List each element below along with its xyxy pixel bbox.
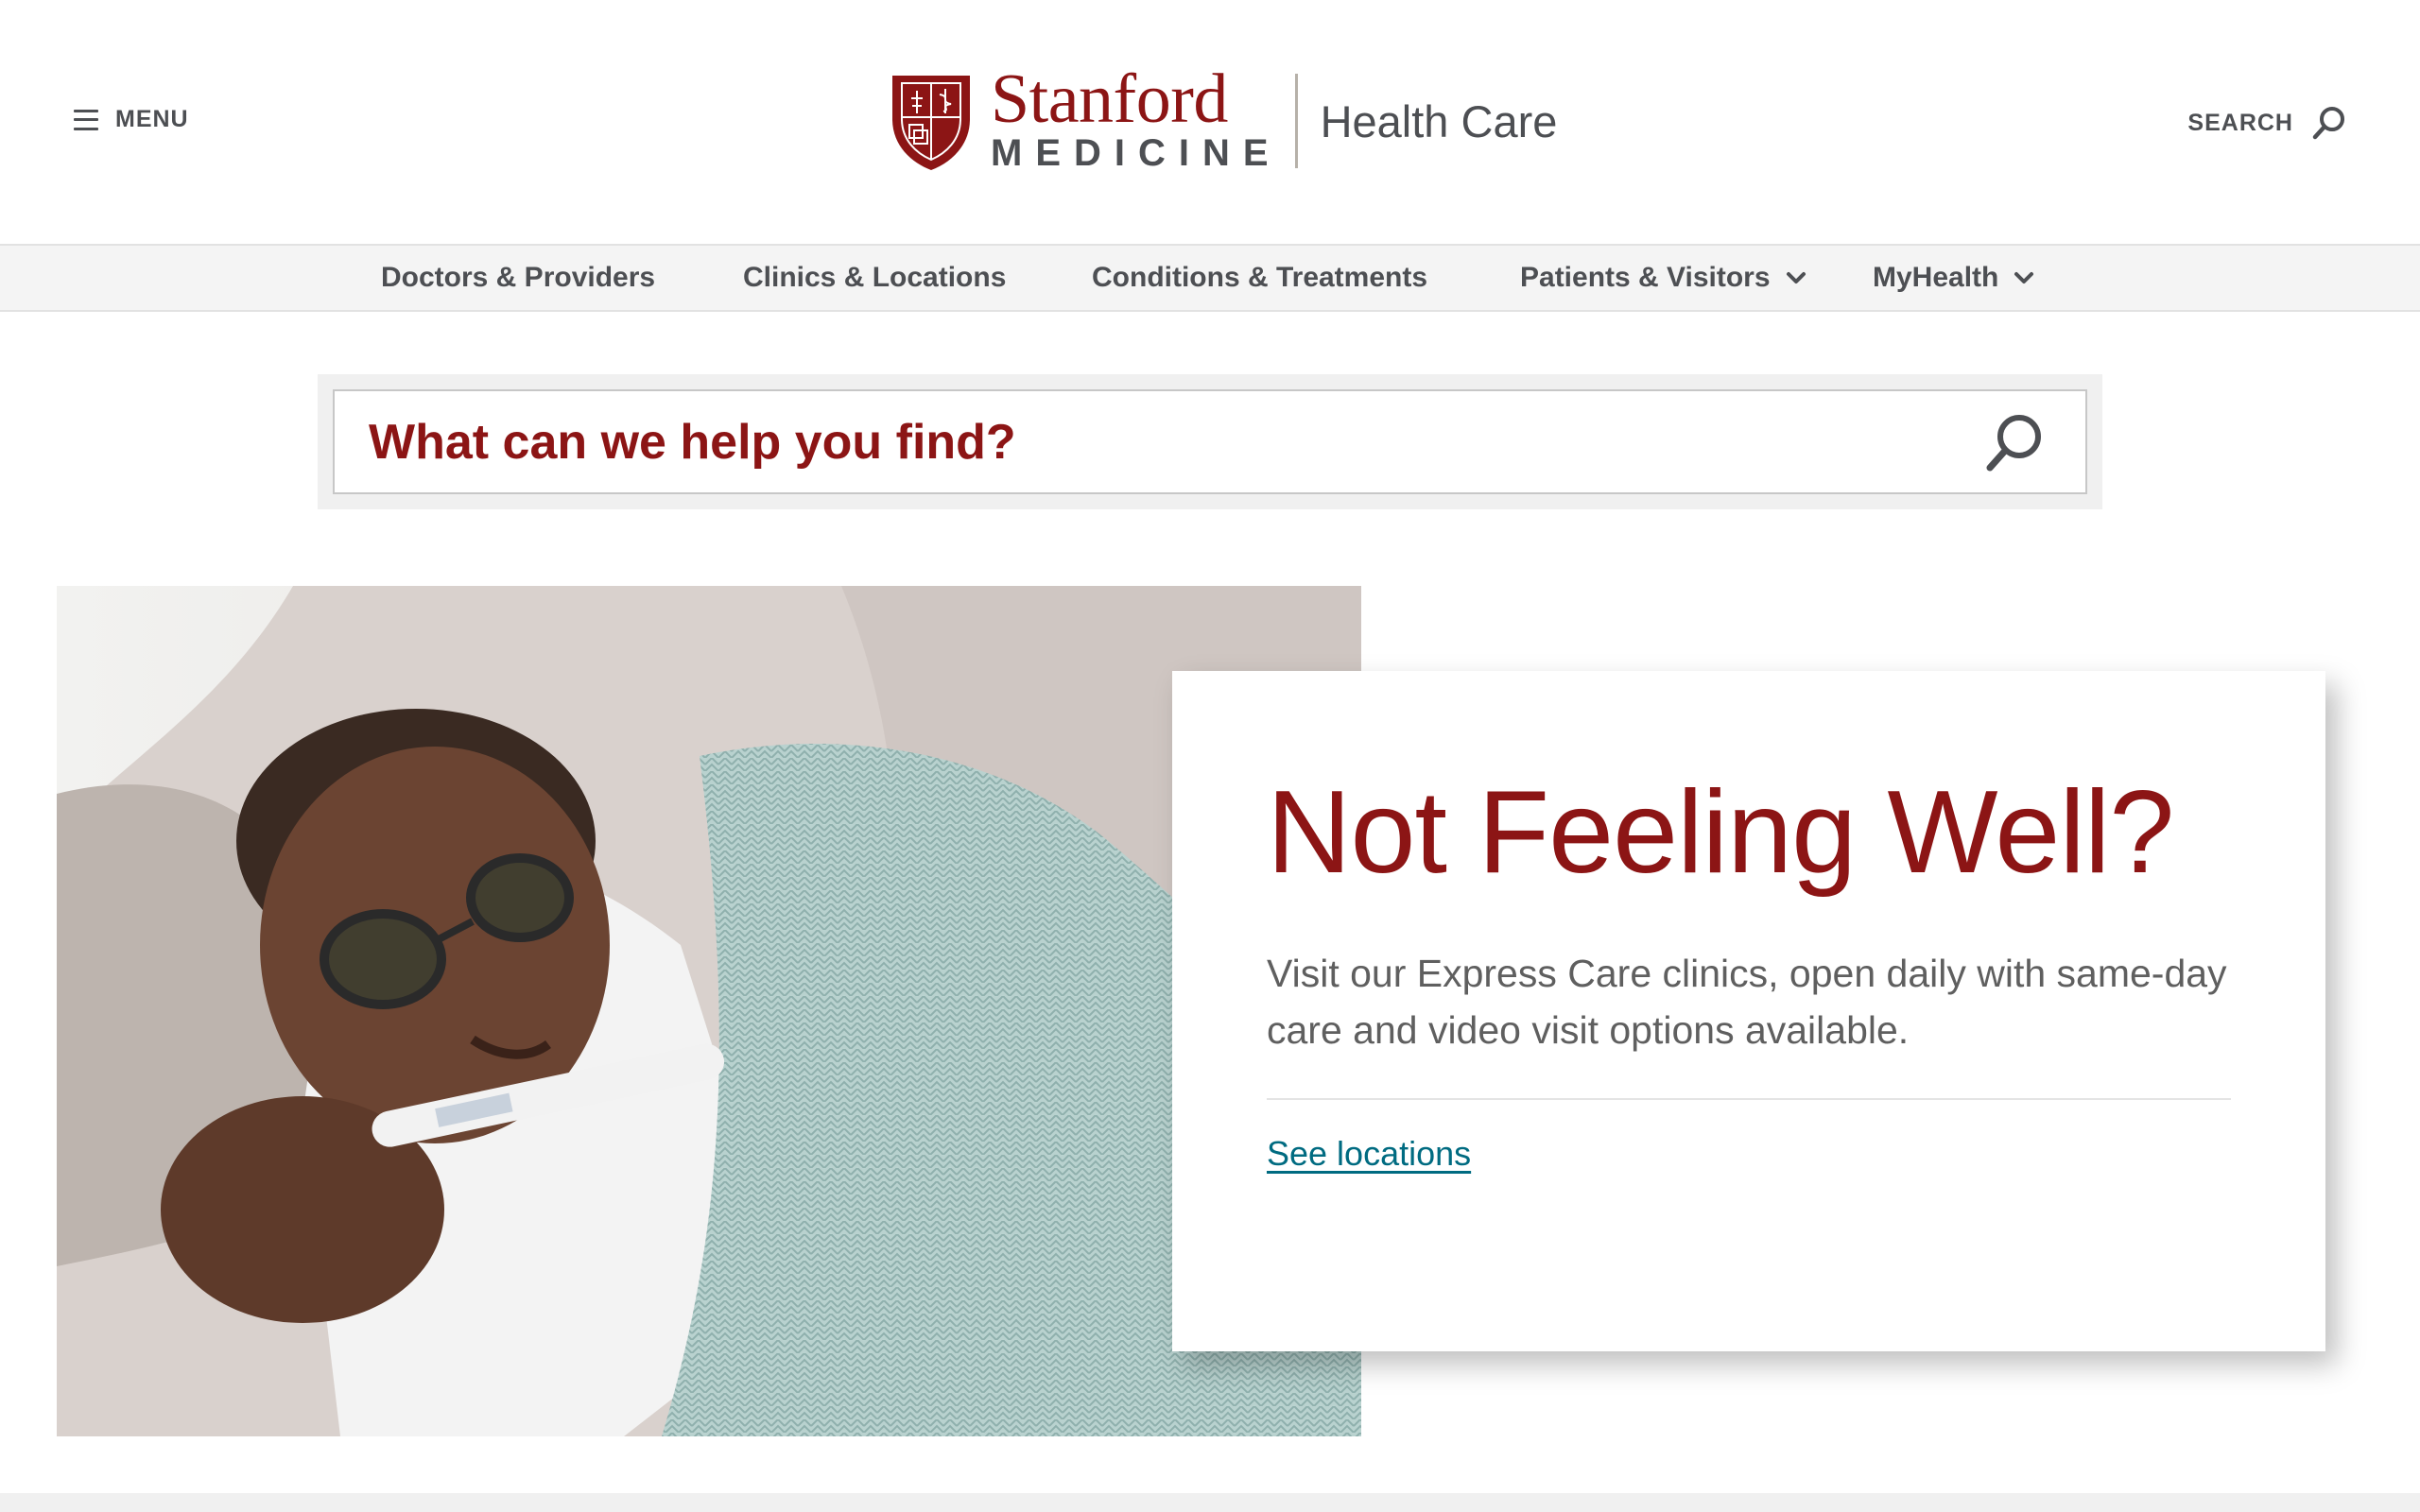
menu-button[interactable]: MENU bbox=[74, 106, 189, 133]
nav-item-label: MyHealth bbox=[1873, 262, 1999, 293]
nav-item-label: Conditions & Treatments bbox=[1092, 262, 1428, 293]
nav-item-clinics-locations[interactable]: Clinics & Locations bbox=[743, 246, 1006, 310]
chevron-down-icon bbox=[2014, 272, 2034, 284]
sick-man-thermometer-image bbox=[57, 586, 1361, 1436]
hero-description: Visit our Express Care clinics, open dai… bbox=[1267, 952, 2227, 1052]
nav-item-label: Patients & Visitors bbox=[1520, 262, 1771, 293]
brand-subtitle: Health Care bbox=[1320, 95, 1558, 146]
shield-icon bbox=[892, 76, 970, 170]
nav-item-label: Doctors & Providers bbox=[381, 262, 656, 293]
nav-item-conditions-treatments[interactable]: Conditions & Treatments bbox=[1092, 246, 1427, 310]
card-divider bbox=[1267, 1098, 2231, 1100]
search-label: SEARCH bbox=[2187, 109, 2293, 136]
wordmark: Stanford MEDICINE bbox=[991, 60, 1282, 174]
hamburger-icon bbox=[74, 109, 98, 130]
site-header: MENU Stanford MEDICINE Health Care SEARC… bbox=[0, 0, 2420, 244]
header-search-button[interactable]: SEARCH bbox=[2187, 104, 2348, 142]
main-nav: Doctors & Providers Clinics & Locations … bbox=[0, 244, 2420, 312]
see-locations-link[interactable]: See locations bbox=[1267, 1134, 1471, 1174]
search-input[interactable] bbox=[335, 391, 2085, 492]
nav-item-label: Clinics & Locations bbox=[743, 262, 1007, 293]
hero-title: Not Feeling Well? bbox=[1267, 767, 2174, 898]
site-search bbox=[318, 374, 2102, 509]
search-icon bbox=[2312, 107, 2344, 140]
hero-photo bbox=[57, 586, 1361, 1436]
nav-item-myhealth[interactable]: MyHealth bbox=[1873, 246, 2034, 310]
section-divider-strip bbox=[0, 1493, 2420, 1512]
chevron-down-icon bbox=[1786, 272, 1806, 284]
search-box bbox=[333, 389, 2087, 494]
brand-divider bbox=[1294, 74, 1298, 168]
menu-label: MENU bbox=[115, 106, 189, 132]
wordmark-stanford: Stanford bbox=[991, 60, 1228, 138]
stanford-medicine-logo[interactable]: Stanford MEDICINE Health Care bbox=[889, 60, 1558, 174]
wordmark-medicine: MEDICINE bbox=[991, 132, 1282, 174]
search-submit-icon[interactable] bbox=[1983, 410, 2048, 474]
nav-item-patients-visitors[interactable]: Patients & Visitors bbox=[1520, 246, 1806, 310]
hero-card: Not Feeling Well? Visit our Express Care… bbox=[1172, 671, 2325, 1351]
nav-item-doctors-providers[interactable]: Doctors & Providers bbox=[381, 246, 655, 310]
